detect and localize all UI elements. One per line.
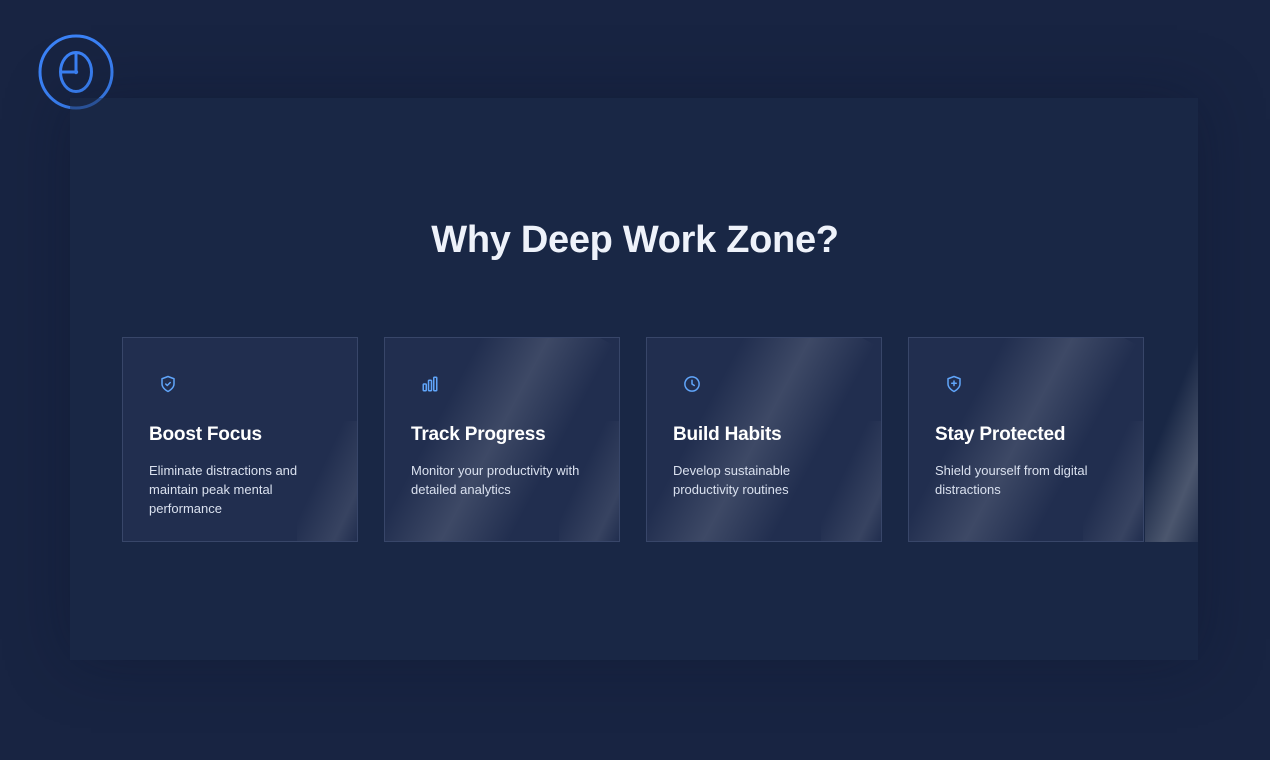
feature-card-track-progress: Track Progress Monitor your productivity…: [384, 337, 620, 542]
feature-title: Build Habits: [673, 424, 782, 445]
clock-icon: [684, 376, 700, 392]
glass-sheen: [1145, 338, 1198, 542]
bar-chart-icon: [422, 376, 438, 392]
feature-description: Monitor your productivity with detailed …: [411, 463, 580, 497]
shield-plus-icon: [947, 375, 961, 393]
feature-description: Eliminate distractions and maintain peak…: [149, 463, 298, 516]
feature-card-stay-protected: Stay Protected Shield yourself from digi…: [908, 337, 1144, 542]
feature-title: Boost Focus: [149, 424, 262, 445]
section-title: Why Deep Work Zone?: [431, 219, 839, 261]
feature-card-boost-focus: Boost Focus Eliminate distractions and m…: [122, 337, 358, 542]
feature-title: Track Progress: [411, 424, 546, 445]
feature-description: Develop sustainable productivity routine…: [673, 463, 791, 497]
feature-description: Shield yourself from digital distraction…: [935, 463, 1088, 497]
shield-check-icon: [161, 375, 175, 393]
feature-title: Stay Protected: [935, 424, 1066, 445]
feature-card-build-habits: Build Habits Develop sustainable product…: [646, 337, 882, 542]
